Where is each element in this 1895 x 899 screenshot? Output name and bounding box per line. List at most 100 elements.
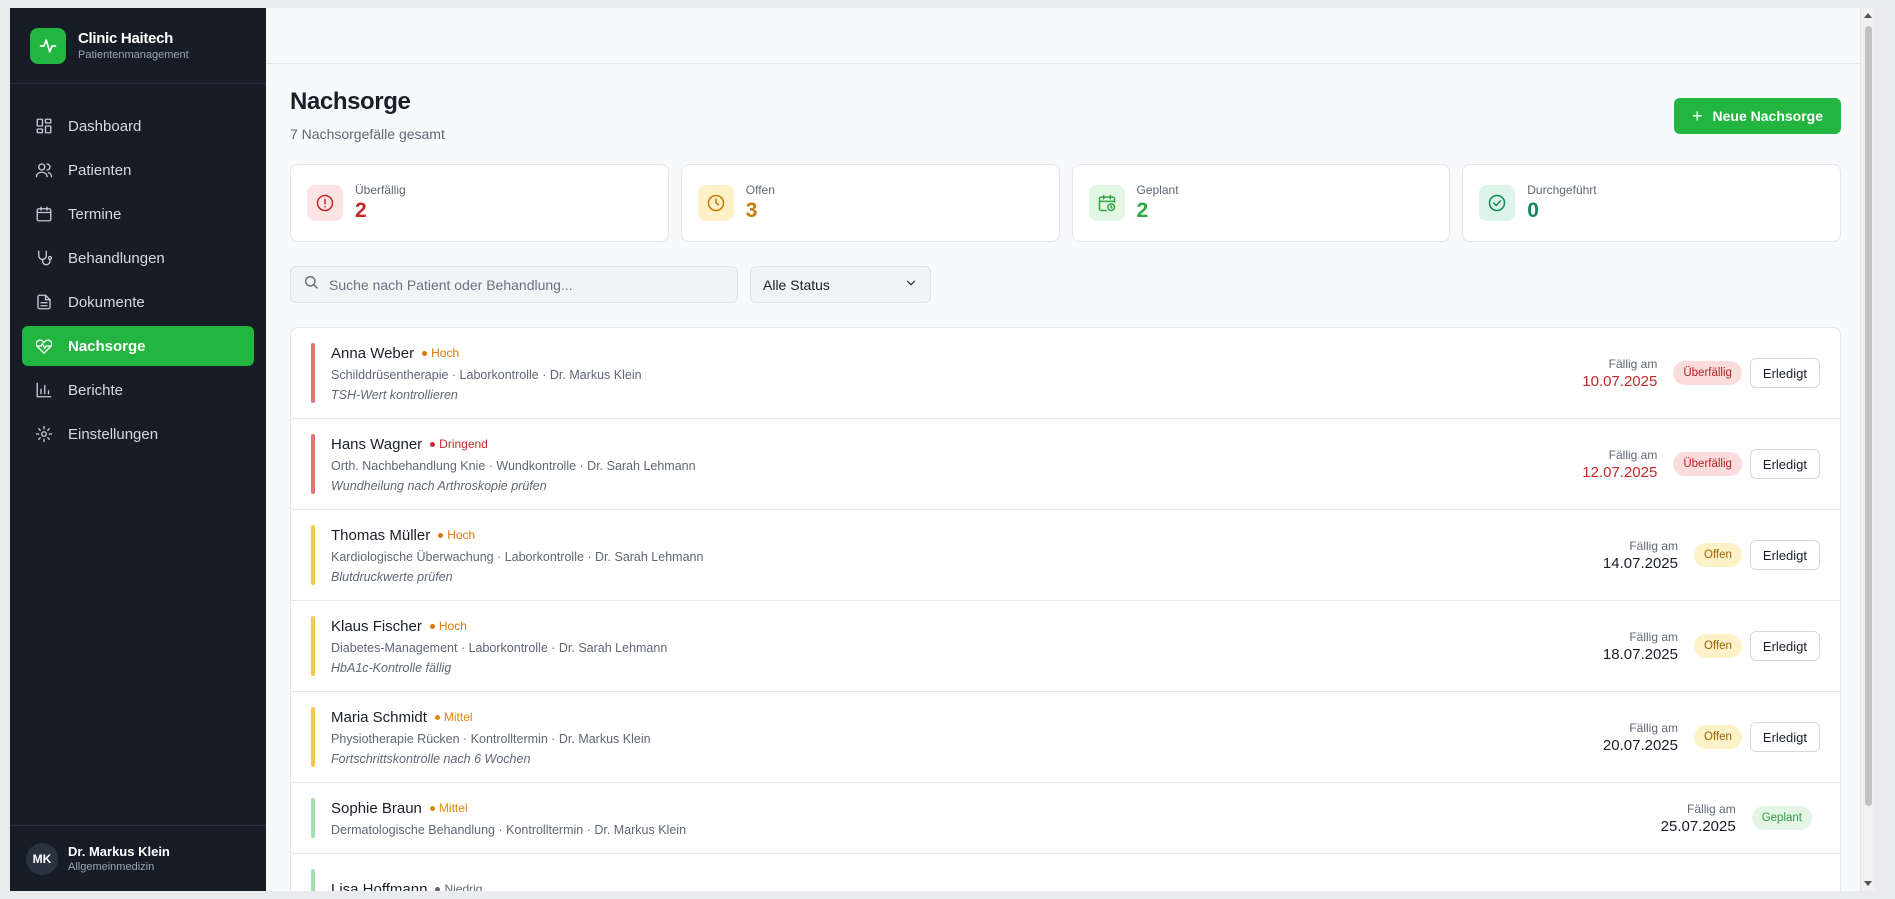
stat-value: 2 xyxy=(1136,199,1149,222)
priority-bar xyxy=(311,869,315,891)
mark-done-button[interactable]: Erledigt xyxy=(1749,722,1820,752)
mark-done-button[interactable]: Erledigt xyxy=(1749,631,1820,661)
mark-done-button[interactable]: Erledigt xyxy=(1749,449,1820,479)
sidebar-item-patienten[interactable]: Patienten xyxy=(22,150,254,190)
priority-bar xyxy=(311,343,315,403)
case-note: Wundheilung nach Arthroskopie prüfen xyxy=(331,478,547,493)
sidebar-item-termine[interactable]: Termine xyxy=(22,194,254,234)
dot-icon xyxy=(429,623,435,629)
brand-title: Clinic Haitech xyxy=(78,30,173,47)
case-note: HbA1c-Kontrolle fällig xyxy=(331,660,452,675)
due-label: Fällig am xyxy=(1608,356,1658,371)
mark-done-button[interactable]: Erledigt xyxy=(1749,540,1820,570)
main-area: Nachsorge 7 Nachsorgefälle gesamt + Neue… xyxy=(266,8,1875,891)
search-input[interactable] xyxy=(329,276,709,293)
stat-label: Durchgeführt xyxy=(1527,183,1597,197)
users-icon xyxy=(34,160,54,180)
patient-name: Lisa Hoffmann xyxy=(331,880,428,892)
status-badge: Offen xyxy=(1694,543,1742,567)
app-window: Clinic Haitech Patientenmanagement Dashb… xyxy=(10,8,1875,891)
patient-name: Thomas Müller xyxy=(331,526,431,544)
document-icon xyxy=(34,292,54,312)
filters: Alle Status xyxy=(290,266,1841,303)
priority-label: Dringend xyxy=(430,437,488,451)
page-title: Nachsorge xyxy=(290,88,411,115)
status-badge: Offen xyxy=(1694,634,1742,658)
case-note: TSH-Wert kontrollieren xyxy=(331,387,458,402)
patient-name: Hans Wagner xyxy=(331,435,423,453)
followup-list: Anna Weber Hoch Schilddrüsentherapie · Lab… xyxy=(290,327,1841,891)
sidebar-item-nachsorge[interactable]: Nachsorge xyxy=(22,326,254,366)
user-profile[interactable]: MK Dr. Markus Klein Allgemeinmedizin xyxy=(10,825,266,891)
case-detail: Schilddrüsentherapie · Laborkontrolle · … xyxy=(331,367,642,382)
sidebar-item-dashboard[interactable]: Dashboard xyxy=(22,106,254,146)
priority-text: Hoch xyxy=(431,346,460,360)
dot-icon xyxy=(430,441,436,447)
dot-icon xyxy=(429,805,435,811)
priority-text: Hoch xyxy=(447,528,476,542)
brand: Clinic Haitech Patientenmanagement xyxy=(10,8,266,84)
case-detail: Orth. Nachbehandlung Knie · Wundkontroll… xyxy=(331,458,696,473)
table-row[interactable]: Maria Schmidt Mittel Physiotherapie Rücken… xyxy=(291,692,1840,783)
due-date: 14.07.2025 xyxy=(1602,554,1678,572)
due-date: 12.07.2025 xyxy=(1582,463,1658,481)
case-detail: Diabetes-Management · Laborkontrolle · D… xyxy=(331,640,668,655)
search-box[interactable] xyxy=(290,266,738,303)
priority-label: Mittel xyxy=(434,710,473,724)
status-select[interactable]: Alle Status xyxy=(750,266,931,303)
content: Nachsorge 7 Nachsorgefälle gesamt + Neue… xyxy=(266,64,1865,891)
sidebar-item-einstellungen[interactable]: Einstellungen xyxy=(22,414,254,454)
case-detail: Physiotherapie Rücken · Kontrolltermin ·… xyxy=(331,731,651,746)
status-badge: Geplant xyxy=(1751,806,1812,830)
new-followup-button[interactable]: + Neue Nachsorge xyxy=(1674,98,1841,134)
priority-bar xyxy=(311,434,315,494)
priority-text: Mittel xyxy=(443,710,473,724)
status-badge: Offen xyxy=(1694,725,1742,749)
status-badge: Überfällig xyxy=(1673,452,1742,476)
priority-text: Hoch xyxy=(438,619,467,633)
priority-label: Hoch xyxy=(429,619,467,633)
sidebar-item-label: Behandlungen xyxy=(68,249,165,267)
due-label: Fällig am xyxy=(1629,538,1678,553)
sidebar-item-label: Dokumente xyxy=(68,293,145,311)
table-row[interactable]: Klaus Fischer Hoch Diabetes-Management · L… xyxy=(291,601,1840,692)
calendar-icon xyxy=(34,204,54,224)
search-icon xyxy=(303,274,319,295)
sidebar-item-label: Dashboard xyxy=(68,117,142,135)
table-row[interactable]: Sophie Braun Mittel Dermatologische Behand… xyxy=(291,783,1840,854)
sidebar-item-berichte[interactable]: Berichte xyxy=(22,370,254,410)
priority-bar xyxy=(311,616,315,676)
table-row[interactable]: Hans Wagner Dringend Orth. Nachbehandlung … xyxy=(291,419,1840,510)
dashboard-icon xyxy=(34,116,54,136)
sidebar-item-label: Berichte xyxy=(68,381,124,399)
scroll-thumb[interactable] xyxy=(1865,26,1872,806)
sidebar-item-dokumente[interactable]: Dokumente xyxy=(22,282,254,322)
mark-done-button[interactable]: Erledigt xyxy=(1749,358,1820,388)
case-detail: Kardiologische Überwachung · Laborkontro… xyxy=(331,549,704,564)
dot-icon xyxy=(435,886,441,891)
priority-text: Dringend xyxy=(439,437,488,451)
stat-card: Durchgeführt 0 xyxy=(1462,164,1841,242)
scrollbar[interactable] xyxy=(1860,8,1875,891)
table-row[interactable]: Thomas Müller Hoch Kardiologische Überwach… xyxy=(291,510,1840,601)
stat-value: 0 xyxy=(1527,199,1539,222)
priority-label: Hoch xyxy=(422,346,459,360)
priority-bar xyxy=(311,707,315,767)
sidebar-item-behandlungen[interactable]: Behandlungen xyxy=(22,238,254,278)
stat-card: Überfällig 2 xyxy=(290,164,669,242)
table-row[interactable]: Anna Weber Hoch Schilddrüsentherapie · Lab… xyxy=(291,328,1840,419)
patient-name: Klaus Fischer xyxy=(331,617,422,635)
calendar-clock-icon xyxy=(1088,185,1125,221)
scroll-down-icon[interactable] xyxy=(1864,881,1872,886)
priority-text: Niedrig xyxy=(444,882,483,891)
priority-bar xyxy=(311,798,315,838)
gear-icon xyxy=(34,424,54,444)
patient-name: Anna Weber xyxy=(331,344,415,362)
topbar xyxy=(266,8,1875,64)
status-select-value: Alle Status xyxy=(763,276,830,293)
table-row[interactable]: Lisa Hoffmann Niedrig xyxy=(291,854,1840,891)
due-date: 25.07.2025 xyxy=(1660,817,1736,835)
due-label: Fällig am xyxy=(1687,801,1736,816)
chevron-down-icon xyxy=(904,276,918,293)
scroll-up-icon[interactable] xyxy=(1864,13,1872,18)
